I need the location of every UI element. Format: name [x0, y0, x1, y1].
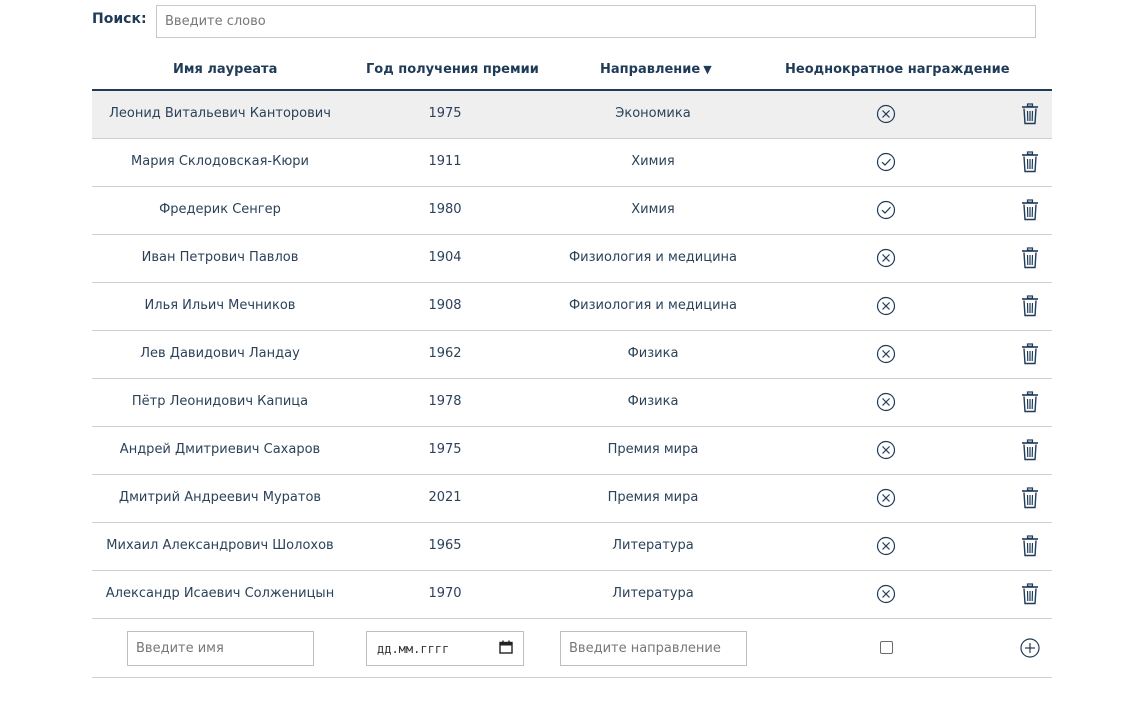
trash-icon [1021, 439, 1039, 465]
new-name-input[interactable] [127, 631, 314, 666]
award-year: 1911 [428, 154, 462, 169]
new-field-input[interactable] [560, 631, 747, 666]
trash-icon [1021, 103, 1039, 129]
table-row[interactable]: Александр Исаевич Солженицын 1970 Литерату… [92, 571, 1052, 619]
laureate-name: Андрей Дмитриевич Сахаров [119, 442, 321, 457]
award-year: 1975 [428, 106, 462, 121]
trash-icon [1021, 487, 1039, 513]
search-bar: Поиск: [92, 5, 1038, 40]
date-placeholder: дд.мм.гггг [377, 641, 450, 656]
table-row[interactable]: Илья Ильич Мечников 1908 Физиология и меди… [92, 283, 1052, 331]
delete-row-button[interactable] [1021, 103, 1039, 125]
delete-row-button[interactable] [1021, 439, 1039, 461]
x-circle-icon [876, 344, 896, 364]
award-field: Экономика [615, 106, 691, 121]
delete-row-button[interactable] [1021, 535, 1039, 557]
x-circle-icon [876, 248, 896, 268]
delete-row-button[interactable] [1021, 247, 1039, 269]
search-label: Поиск: [92, 11, 147, 27]
laureates-table: Имя лауреата Год получения премии Направ… [92, 50, 1052, 678]
trash-icon [1021, 247, 1039, 273]
award-field: Премия мира [607, 490, 699, 505]
header-field-label: Направление [600, 62, 701, 77]
delete-row-button[interactable] [1021, 391, 1039, 413]
table-row[interactable]: Иван Петрович Павлов 1904 Физиология и мед… [92, 235, 1052, 283]
table-row[interactable]: Андрей Дмитриевич Сахаров 1975 Премия мира [92, 427, 1052, 475]
award-field: Литература [612, 586, 694, 601]
award-year: 1975 [428, 442, 462, 457]
header-repeat[interactable]: Неоднократное награждение [785, 62, 1010, 77]
table-row[interactable]: Пётр Леонидович Капица 1978 Физика [92, 379, 1052, 427]
table-row[interactable]: Лев Давидович Ландау 1962 Физика [92, 331, 1052, 379]
laureate-name: Пётр Леонидович Капица [131, 394, 309, 409]
award-field: Физиология и медицина [568, 250, 738, 265]
award-field: Физика [627, 394, 679, 409]
laureate-name: Мария Склодовская-Кюри [131, 154, 309, 169]
x-circle-icon [876, 440, 896, 460]
laureate-name: Александр Исаевич Солженицын [105, 586, 335, 601]
award-year: 1908 [428, 298, 462, 313]
award-field: Химия [631, 202, 675, 217]
laureate-name: Илья Ильич Мечников [144, 298, 296, 313]
table-row[interactable]: Дмитрий Андреевич Муратов 2021 Премия мира [92, 475, 1052, 523]
x-circle-icon [876, 392, 896, 412]
trash-icon [1021, 295, 1039, 321]
laureate-name: Дмитрий Андреевич Муратов [118, 490, 322, 505]
trash-icon [1021, 343, 1039, 369]
table-header: Имя лауреата Год получения премии Направ… [92, 50, 1052, 91]
search-input[interactable] [156, 5, 1036, 38]
trash-icon [1021, 391, 1039, 417]
check-circle-icon [876, 152, 896, 172]
x-circle-icon [876, 104, 896, 124]
trash-icon [1021, 151, 1039, 177]
laureate-name: Михаил Александрович Шолохов [106, 538, 334, 553]
delete-row-button[interactable] [1021, 343, 1039, 365]
x-circle-icon [876, 296, 896, 316]
laureate-name: Иван Петрович Павлов [141, 250, 299, 265]
award-year: 1978 [428, 394, 462, 409]
header-name[interactable]: Имя лауреата [173, 62, 277, 77]
award-year: 1965 [428, 538, 462, 553]
table-row[interactable]: Михаил Александрович Шолохов 1965 Литерату… [92, 523, 1052, 571]
x-circle-icon [876, 488, 896, 508]
header-year[interactable]: Год получения премии [366, 62, 539, 77]
delete-row-button[interactable] [1021, 487, 1039, 509]
add-row-form: дд.мм.гггг [92, 619, 1052, 678]
delete-row-button[interactable] [1021, 151, 1039, 173]
laureate-name: Лев Давидович Ландау [140, 346, 300, 361]
laureate-name: Фредерик Сенгер [159, 202, 281, 217]
trash-icon [1021, 535, 1039, 561]
award-year: 1904 [428, 250, 462, 265]
award-year: 1970 [428, 586, 462, 601]
award-field: Физиология и медицина [568, 298, 738, 313]
award-year: 1962 [428, 346, 462, 361]
table-row[interactable]: Леонид Витальевич Канторович 1975 Экономик… [92, 91, 1052, 139]
plus-circle-icon [1020, 638, 1040, 658]
award-field: Литература [612, 538, 694, 553]
delete-row-button[interactable] [1021, 199, 1039, 221]
x-circle-icon [876, 536, 896, 556]
sort-desc-icon: ▼ [703, 63, 712, 76]
trash-icon [1021, 199, 1039, 225]
table-row[interactable]: Мария Склодовская-Кюри 1911 Химия [92, 139, 1052, 187]
laureate-name: Леонид Витальевич Канторович [109, 106, 331, 121]
table-body: Леонид Витальевич Канторович 1975 Экономик… [92, 91, 1052, 619]
header-field[interactable]: Направление ▼ [600, 62, 712, 77]
award-year: 2021 [428, 490, 462, 505]
new-date-input[interactable]: дд.мм.гггг [366, 631, 524, 666]
table-row[interactable]: Фредерик Сенгер 1980 Химия [92, 187, 1052, 235]
x-circle-icon [876, 584, 896, 604]
add-laureate-button[interactable] [1019, 637, 1041, 659]
delete-row-button[interactable] [1021, 295, 1039, 317]
award-field: Премия мира [607, 442, 699, 457]
award-field: Химия [631, 154, 675, 169]
delete-row-button[interactable] [1021, 583, 1039, 605]
calendar-icon[interactable] [499, 640, 513, 657]
award-year: 1980 [428, 202, 462, 217]
award-field: Физика [627, 346, 679, 361]
check-circle-icon [876, 200, 896, 220]
trash-icon [1021, 583, 1039, 609]
new-repeat-checkbox[interactable] [880, 641, 893, 654]
